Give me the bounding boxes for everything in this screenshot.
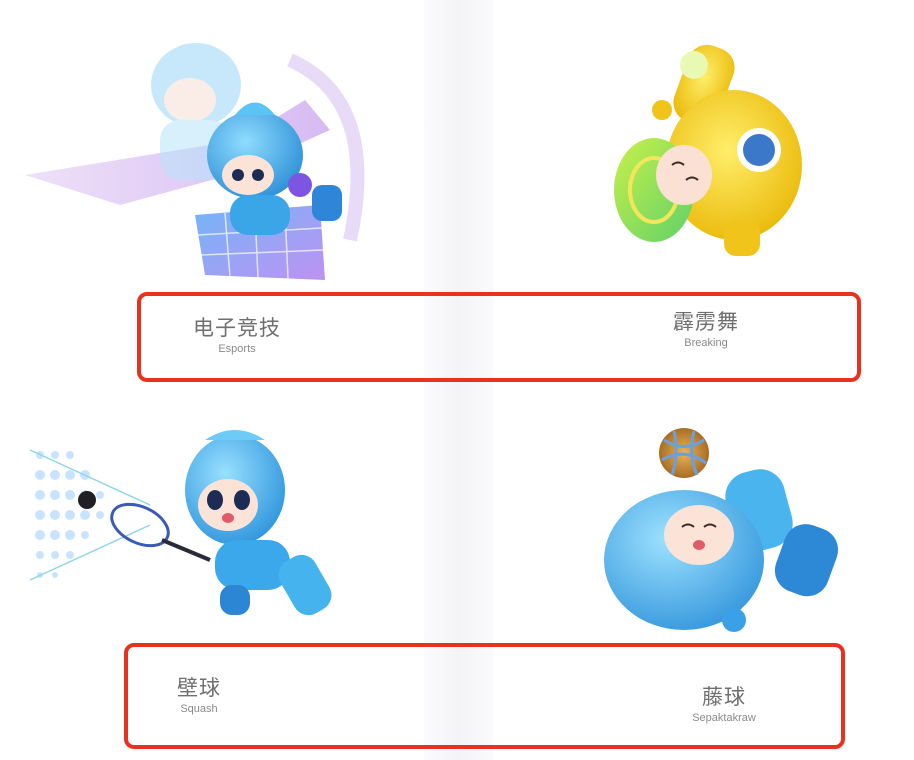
breaking-chinese-name: 霹雳舞 <box>673 311 739 334</box>
sepaktakraw-english-name: Sepaktakraw <box>692 712 756 724</box>
breaking-label: 霹雳舞 Breaking <box>656 310 756 350</box>
esports-label: 电子竞技 Esports <box>177 316 297 356</box>
squash-mascot-illustration <box>29 430 332 616</box>
esports-mascot-illustration <box>25 43 365 280</box>
sepaktakraw-chinese-name: 藤球 <box>702 686 746 709</box>
squash-label: 壁球 Squash <box>159 676 239 716</box>
breaking-mascot-illustration <box>614 44 802 256</box>
breaking-english-name: Breaking <box>684 337 728 349</box>
sepaktakraw-mascot-illustration <box>604 428 839 632</box>
esports-chinese-name: 电子竞技 <box>193 317 281 340</box>
squash-panel <box>0 395 424 635</box>
squash-english-name: Squash <box>180 703 218 715</box>
breaking-panel <box>494 0 914 290</box>
esports-panel <box>0 0 424 290</box>
esports-english-name: Esports <box>218 343 256 355</box>
sepaktakraw-label: 藤球 Sepaktakraw <box>674 685 774 725</box>
squash-chinese-name: 壁球 <box>177 677 221 700</box>
sepaktakraw-panel <box>494 395 914 640</box>
